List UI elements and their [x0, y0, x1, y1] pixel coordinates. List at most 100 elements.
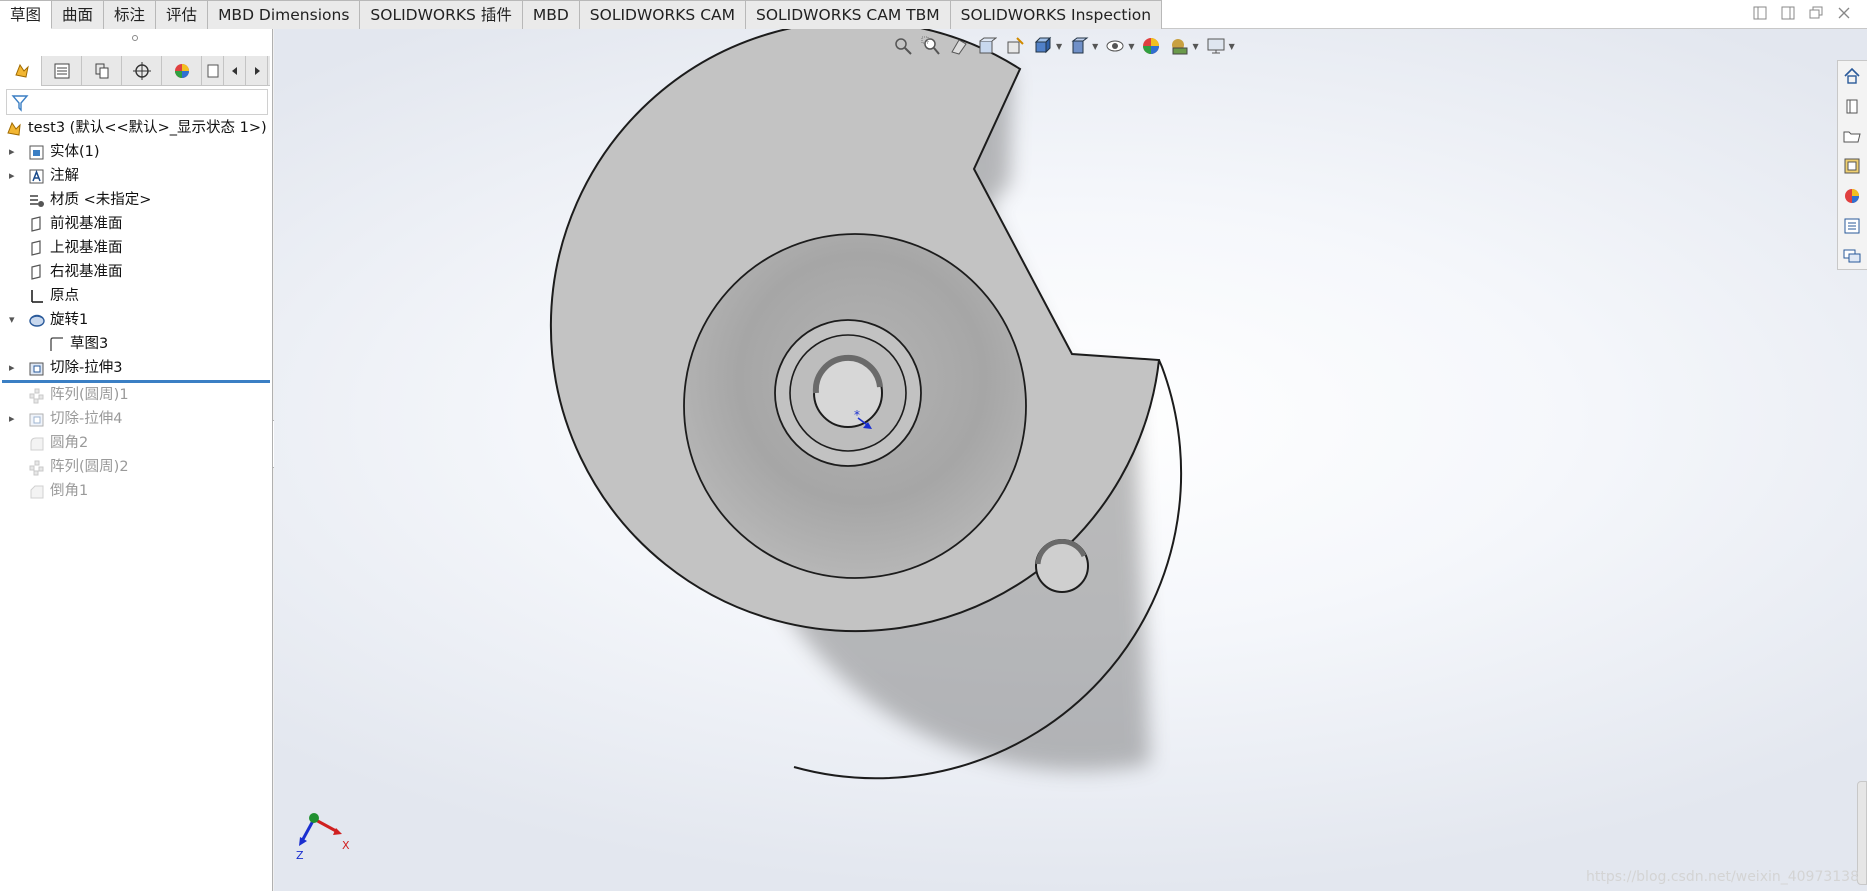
- tree-item[interactable]: ▸ 注解: [0, 164, 273, 188]
- view-orientation-button[interactable]: [1032, 35, 1054, 57]
- command-tabs: 草图 曲面 标注 评估 MBD Dimensions SOLIDWORKS 插件 MBD SO…: [0, 0, 1163, 29]
- chevron-left-icon: [231, 67, 237, 75]
- appearance-icon: [174, 64, 189, 78]
- tab-scroll-right[interactable]: [246, 56, 268, 86]
- tree-item[interactable]: 倒角1: [0, 479, 273, 503]
- dynamic-annotation-button[interactable]: [1004, 35, 1026, 57]
- part-icon: [7, 121, 21, 136]
- tree-item[interactable]: 右视基准面: [0, 260, 273, 284]
- expanded-arrow-icon[interactable]: ▾: [9, 308, 19, 332]
- task-pane-forum[interactable]: [1838, 241, 1866, 271]
- tab-9[interactable]: SOLIDWORKS Inspection: [950, 0, 1163, 29]
- tab-5[interactable]: SOLIDWORKS 插件: [360, 0, 523, 29]
- circular-pattern-icon: [29, 388, 44, 404]
- dimxpert-icon: [132, 62, 151, 80]
- chevron-down-icon[interactable]: ▼: [1056, 42, 1062, 51]
- collapsed-arrow-icon[interactable]: ▸: [9, 356, 19, 380]
- task-pane-view-palette[interactable]: [1838, 151, 1866, 181]
- home-icon: [1844, 67, 1860, 84]
- collapsed-arrow-icon[interactable]: ▸: [9, 164, 19, 188]
- circular-pattern-icon: [29, 460, 44, 476]
- task-pane-home[interactable]: [1838, 61, 1866, 91]
- fillet-icon: [30, 437, 44, 451]
- view-palette-icon: [1844, 158, 1860, 174]
- tab-8[interactable]: SOLIDWORKS CAM TBM: [746, 0, 951, 29]
- forum-icon: [1843, 249, 1861, 263]
- configuration-manager-icon: [95, 63, 108, 79]
- graphics-area[interactable]: * ▼ ▼ ▼ ▼ ▼ Z X https://blog.csdn.net/we…: [274, 29, 1867, 891]
- part-model: *: [549, 29, 1183, 780]
- tree-item[interactable]: ▸ 切除-拉伸4: [0, 407, 273, 431]
- tab-3[interactable]: 评估: [156, 0, 209, 29]
- tree-item[interactable]: 草图3: [0, 332, 273, 356]
- tab-2[interactable]: 标注: [104, 0, 157, 29]
- feature-manager-tab[interactable]: [2, 56, 42, 86]
- tree-item[interactable]: 阵列(圆周)2: [0, 455, 273, 479]
- previous-view-button[interactable]: [948, 35, 970, 57]
- tree-item[interactable]: 前视基准面: [0, 212, 273, 236]
- zoom-area-icon: [921, 36, 940, 55]
- plane-icon: [31, 240, 41, 256]
- view-settings-button[interactable]: [1205, 35, 1227, 57]
- display-manager-tab[interactable]: [162, 56, 202, 86]
- display-style-button[interactable]: [1068, 35, 1090, 57]
- collapsed-arrow-icon[interactable]: ▸: [9, 407, 19, 431]
- panel-grip[interactable]: [132, 35, 138, 41]
- close-window-icon[interactable]: [1835, 4, 1853, 22]
- tab-0[interactable]: 草图: [0, 0, 53, 29]
- triad-x-label: X: [342, 839, 350, 852]
- section-view-button[interactable]: [976, 35, 998, 57]
- chevron-down-icon[interactable]: ▼: [1128, 42, 1134, 51]
- chevron-down-icon[interactable]: ▼: [1192, 42, 1198, 51]
- custom-properties-icon: [1844, 218, 1860, 234]
- tab-1[interactable]: 曲面: [52, 0, 105, 29]
- tree-item[interactable]: 原点: [0, 284, 273, 308]
- sketch-icon: [50, 337, 63, 351]
- tree-item[interactable]: ▸ 实体(1): [0, 140, 273, 164]
- command-manager-tabbar: 草图 曲面 标注 评估 MBD Dimensions SOLIDWORKS 插件 MBD SO…: [0, 0, 1867, 29]
- folder-icon: [1843, 131, 1861, 143]
- tree-item-label: 圆角2: [50, 435, 89, 451]
- tree-item[interactable]: 圆角2: [0, 431, 273, 455]
- tree-item[interactable]: 材质 <未指定>: [0, 188, 273, 212]
- appearances-icon: [1845, 189, 1859, 203]
- task-pane-file-explorer[interactable]: [1838, 121, 1866, 151]
- tab-scroll-left[interactable]: [224, 56, 246, 86]
- tree-item[interactable]: ▾ 旋转1: [0, 308, 273, 332]
- triad-z-label: Z: [296, 849, 304, 862]
- tab-7[interactable]: SOLIDWORKS CAM: [579, 0, 746, 29]
- tab-4[interactable]: MBD Dimensions: [208, 0, 361, 29]
- zoom-to-fit-button[interactable]: [892, 35, 914, 57]
- display-style-icon: [1071, 37, 1089, 54]
- tile-left-icon[interactable]: [1751, 4, 1769, 22]
- chevron-down-icon[interactable]: ▼: [1229, 42, 1235, 51]
- property-manager-tab[interactable]: [42, 56, 82, 86]
- tree-item[interactable]: 上视基准面: [0, 236, 273, 260]
- watermark: https://blog.csdn.net/weixin_40973138: [1585, 869, 1859, 885]
- task-pane-appearances[interactable]: [1838, 181, 1866, 211]
- edit-appearance-button[interactable]: [1140, 35, 1162, 57]
- tree-item-label: 注解: [50, 168, 79, 184]
- heads-up-view-toolbar: ▼ ▼ ▼ ▼ ▼: [892, 32, 1235, 60]
- plane-icon: [31, 264, 41, 280]
- restore-window-icon[interactable]: [1807, 4, 1825, 22]
- tree-item[interactable]: 阵列(圆周)1: [0, 383, 273, 407]
- revolve-icon: [29, 314, 45, 327]
- configuration-manager-tab[interactable]: [82, 56, 122, 86]
- more-tabs[interactable]: [202, 56, 224, 86]
- hide-show-items-button[interactable]: [1104, 35, 1126, 57]
- dimxpert-manager-tab[interactable]: [122, 56, 162, 86]
- zoom-area-button[interactable]: [920, 35, 942, 57]
- task-pane-custom-properties[interactable]: [1838, 211, 1866, 241]
- tab-6[interactable]: MBD: [522, 0, 580, 29]
- collapsed-arrow-icon[interactable]: ▸: [9, 140, 19, 164]
- task-pane-resources[interactable]: [1838, 91, 1866, 121]
- apply-scene-button[interactable]: [1168, 35, 1190, 57]
- chevron-down-icon[interactable]: ▼: [1092, 42, 1098, 51]
- tree-item[interactable]: ▸ 切除-拉伸3: [0, 356, 273, 380]
- tree-item-label: 切除-拉伸4: [50, 411, 123, 427]
- tree-filter-input[interactable]: [6, 89, 268, 115]
- feature-manager-icon: [14, 63, 29, 78]
- tile-right-icon[interactable]: [1779, 4, 1797, 22]
- tree-root[interactable]: test3 (默认<<默认>_显示状态 1>): [0, 116, 273, 140]
